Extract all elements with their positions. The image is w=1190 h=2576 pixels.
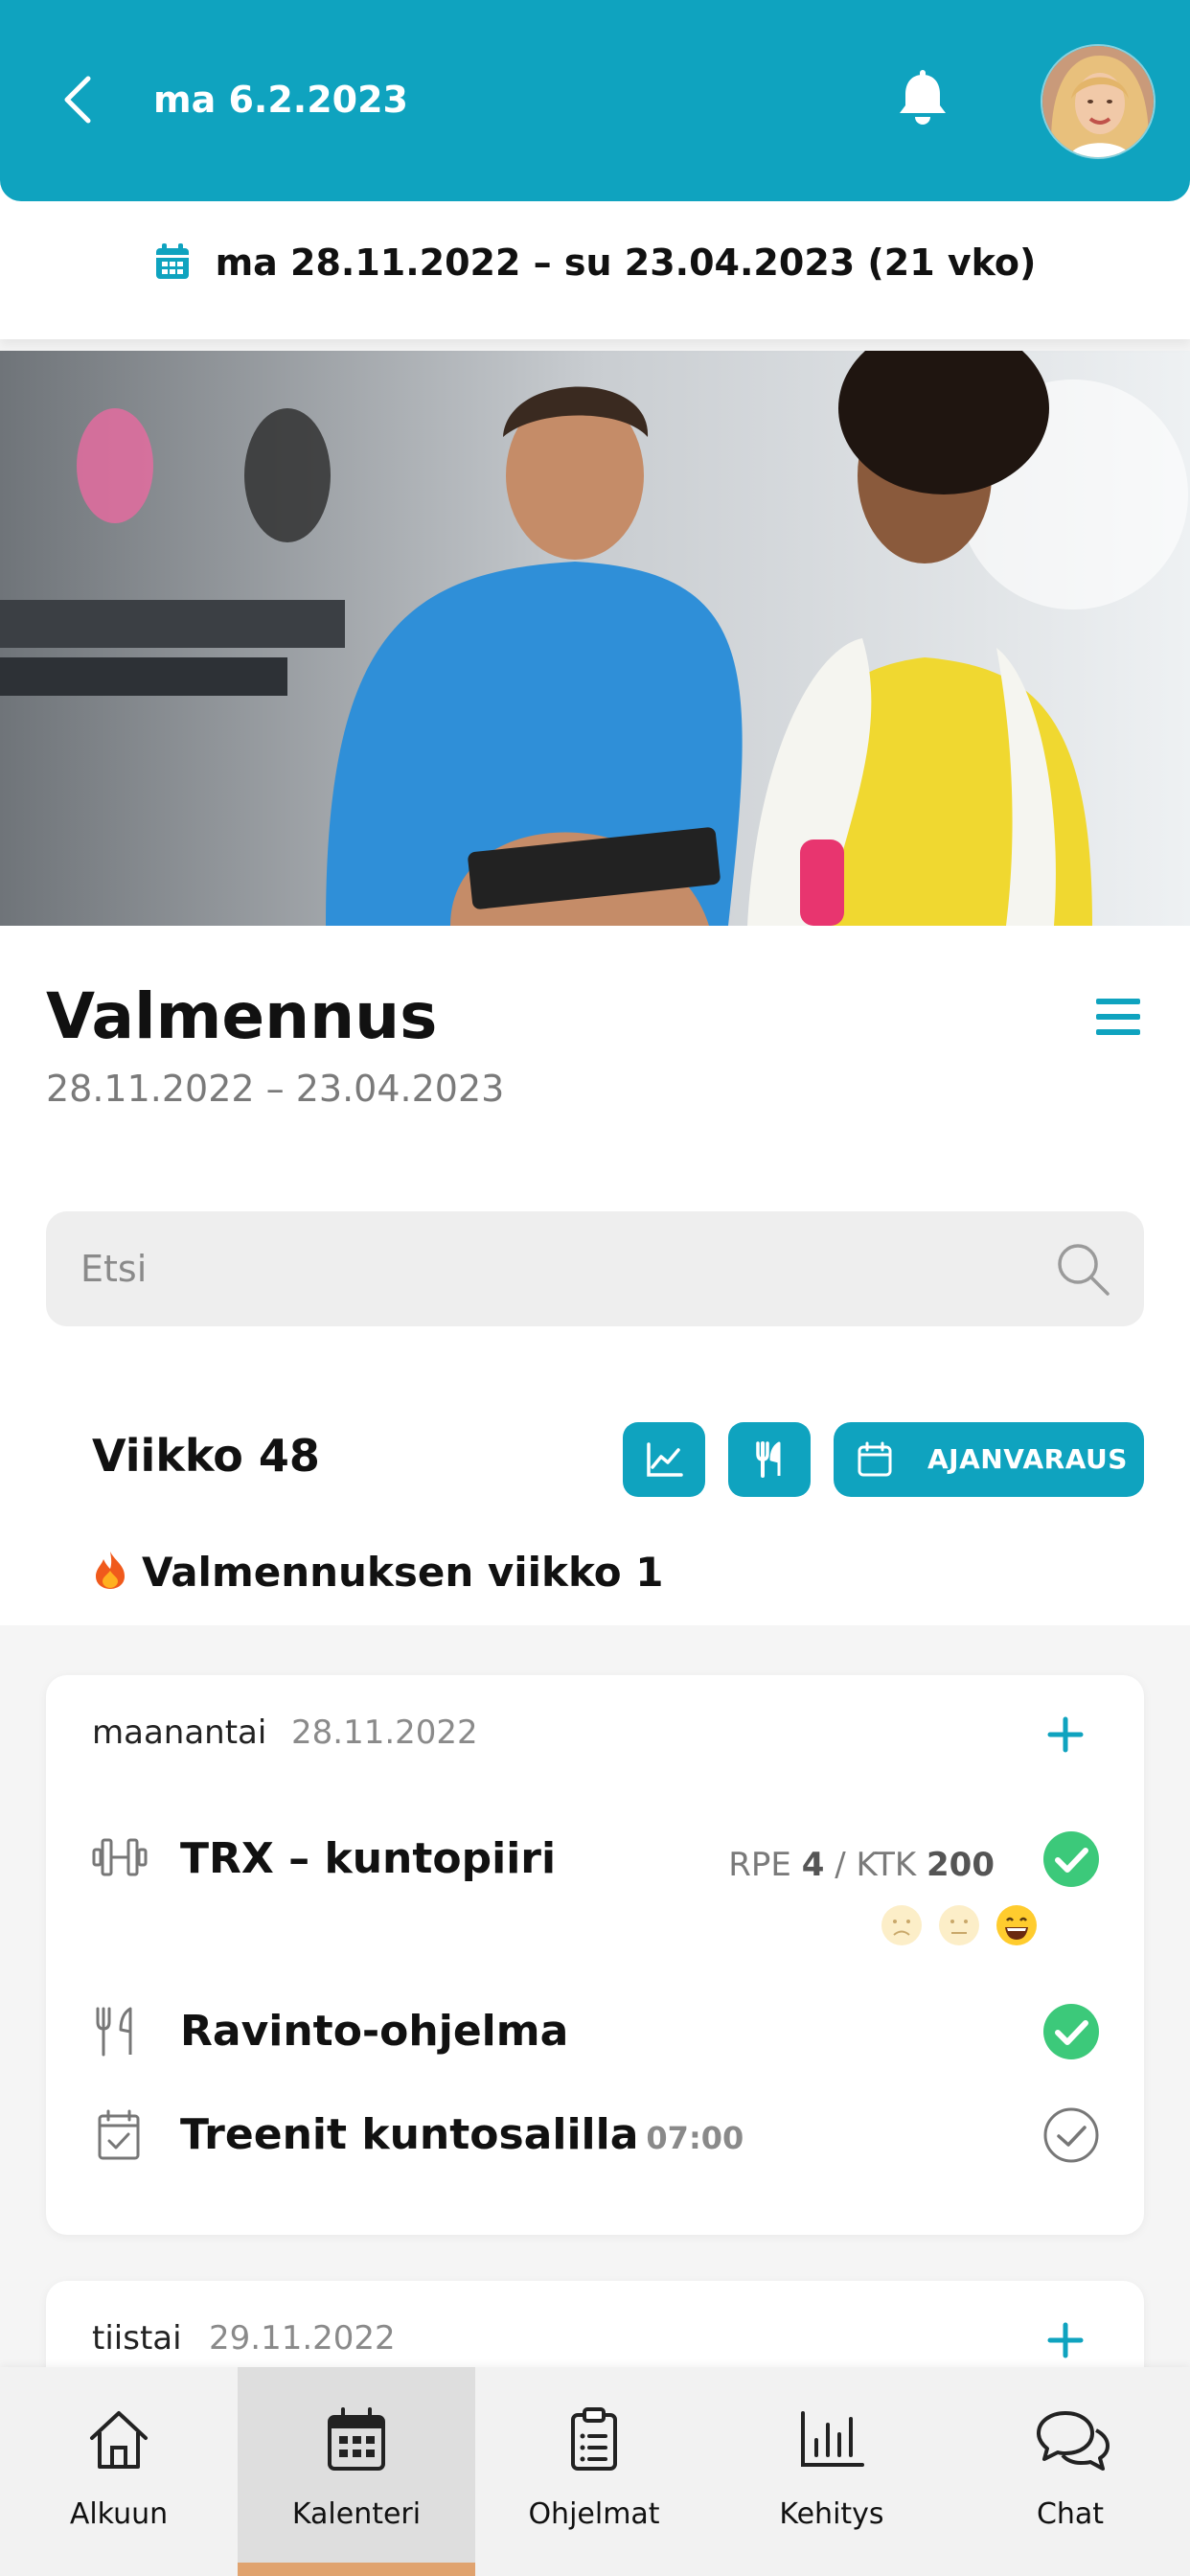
page-title: Valmennus xyxy=(46,979,438,1053)
ktk-label: KTK xyxy=(856,1846,917,1884)
back-icon[interactable] xyxy=(59,73,98,126)
nav-calendar[interactable]: Kalenteri xyxy=(238,2367,475,2576)
gym-session-title[interactable]: Treenit kuntosalilla 07:00 xyxy=(180,2110,744,2159)
hero-image xyxy=(0,351,1190,926)
sad-face-icon[interactable] xyxy=(880,1903,924,1947)
nav-label: Alkuun xyxy=(69,2497,169,2531)
day-date: 28.11.2022 xyxy=(291,1714,478,1752)
add-icon[interactable] xyxy=(1042,1712,1088,1758)
cutlery-icon xyxy=(90,2005,149,2058)
neutral-face-icon[interactable] xyxy=(937,1903,981,1947)
menu-icon[interactable] xyxy=(1092,995,1144,1039)
stats-button[interactable] xyxy=(623,1422,705,1497)
calendar-icon xyxy=(322,2405,391,2474)
fire-icon xyxy=(92,1550,128,1599)
nav-active-indicator xyxy=(238,2563,475,2576)
day-date: 29.11.2022 xyxy=(209,2319,396,2358)
nav-progress[interactable]: Kehitys xyxy=(713,2367,950,2576)
top-header: ma 6.2.2023 xyxy=(0,0,1190,201)
program-dates: 28.11.2022 – 23.04.2023 xyxy=(46,1068,505,1110)
completed-check-icon[interactable] xyxy=(1042,2003,1100,2060)
nav-programs[interactable]: Ohjelmat xyxy=(475,2367,713,2576)
calendar-icon xyxy=(154,242,191,289)
nutrition-title[interactable]: Ravinto-ohjelma xyxy=(180,2007,568,2056)
rpe-value: 4 xyxy=(801,1846,825,1884)
week-note-text: Valmennuksen viikko 1 xyxy=(142,1549,664,1596)
week-note: Valmennuksen viikko 1 xyxy=(92,1549,663,1599)
ktk-value: 200 xyxy=(927,1846,995,1884)
cutlery-icon xyxy=(756,1441,781,1478)
bar-chart-icon xyxy=(797,2405,866,2474)
chart-icon xyxy=(647,1442,683,1477)
home-icon xyxy=(84,2405,153,2474)
mood-selector xyxy=(832,1903,1042,1951)
calendar-icon xyxy=(857,1441,893,1482)
nav-label: Ohjelmat xyxy=(528,2497,660,2531)
chat-icon xyxy=(1035,2405,1110,2474)
workout-title[interactable]: TRX – kuntopiiri xyxy=(180,1834,556,1883)
day-name: tiistai xyxy=(92,2319,182,2358)
search-icon[interactable] xyxy=(1054,1240,1111,1298)
search-bar xyxy=(46,1211,1144,1326)
nav-home[interactable]: Alkuun xyxy=(0,2367,238,2576)
add-icon[interactable] xyxy=(1042,2317,1088,2363)
gym-session-label: Treenit kuntosalilla xyxy=(180,2110,639,2159)
program-range-text: ma 28.11.2022 – su 23.04.2023 (21 vko) xyxy=(215,242,1037,284)
header-date: ma 6.2.2023 xyxy=(153,79,408,121)
rpe-label: RPE xyxy=(728,1846,791,1884)
happy-face-icon[interactable] xyxy=(995,1903,1039,1947)
rpe-ktk: RPE 4 / KTK 200 xyxy=(728,1846,995,1884)
search-input[interactable] xyxy=(80,1211,1039,1326)
nav-label: Kalenteri xyxy=(291,2497,422,2531)
gym-session-time: 07:00 xyxy=(646,2120,744,2156)
booking-label: AJANVARAUS xyxy=(927,1443,1128,1475)
day-name: maanantai xyxy=(92,1714,267,1752)
clipboard-icon xyxy=(560,2405,629,2474)
bottom-navigation: Alkuun Kalenteri Ohjelmat Kehitys Chat xyxy=(0,2367,1190,2576)
avatar[interactable] xyxy=(1041,44,1156,159)
nav-label: Chat xyxy=(1036,2497,1105,2531)
day-card-monday: maanantai 28.11.2022 TRX – kuntopiiri RP… xyxy=(46,1675,1144,2235)
nutrition-button[interactable] xyxy=(728,1422,811,1497)
calendar-check-icon xyxy=(90,2108,149,2162)
dumbbell-icon xyxy=(90,1830,149,1884)
nav-chat[interactable]: Chat xyxy=(950,2367,1190,2576)
nav-label: Kehitys xyxy=(779,2497,884,2531)
pending-check-icon[interactable] xyxy=(1042,2106,1100,2164)
booking-button[interactable]: AJANVARAUS xyxy=(834,1422,1144,1497)
main-content: Valmennus 28.11.2022 – 23.04.2023 Viikko… xyxy=(0,926,1190,2472)
completed-check-icon[interactable] xyxy=(1042,1830,1100,1888)
bell-icon[interactable] xyxy=(895,69,950,128)
week-title: Viikko 48 xyxy=(92,1430,320,1482)
